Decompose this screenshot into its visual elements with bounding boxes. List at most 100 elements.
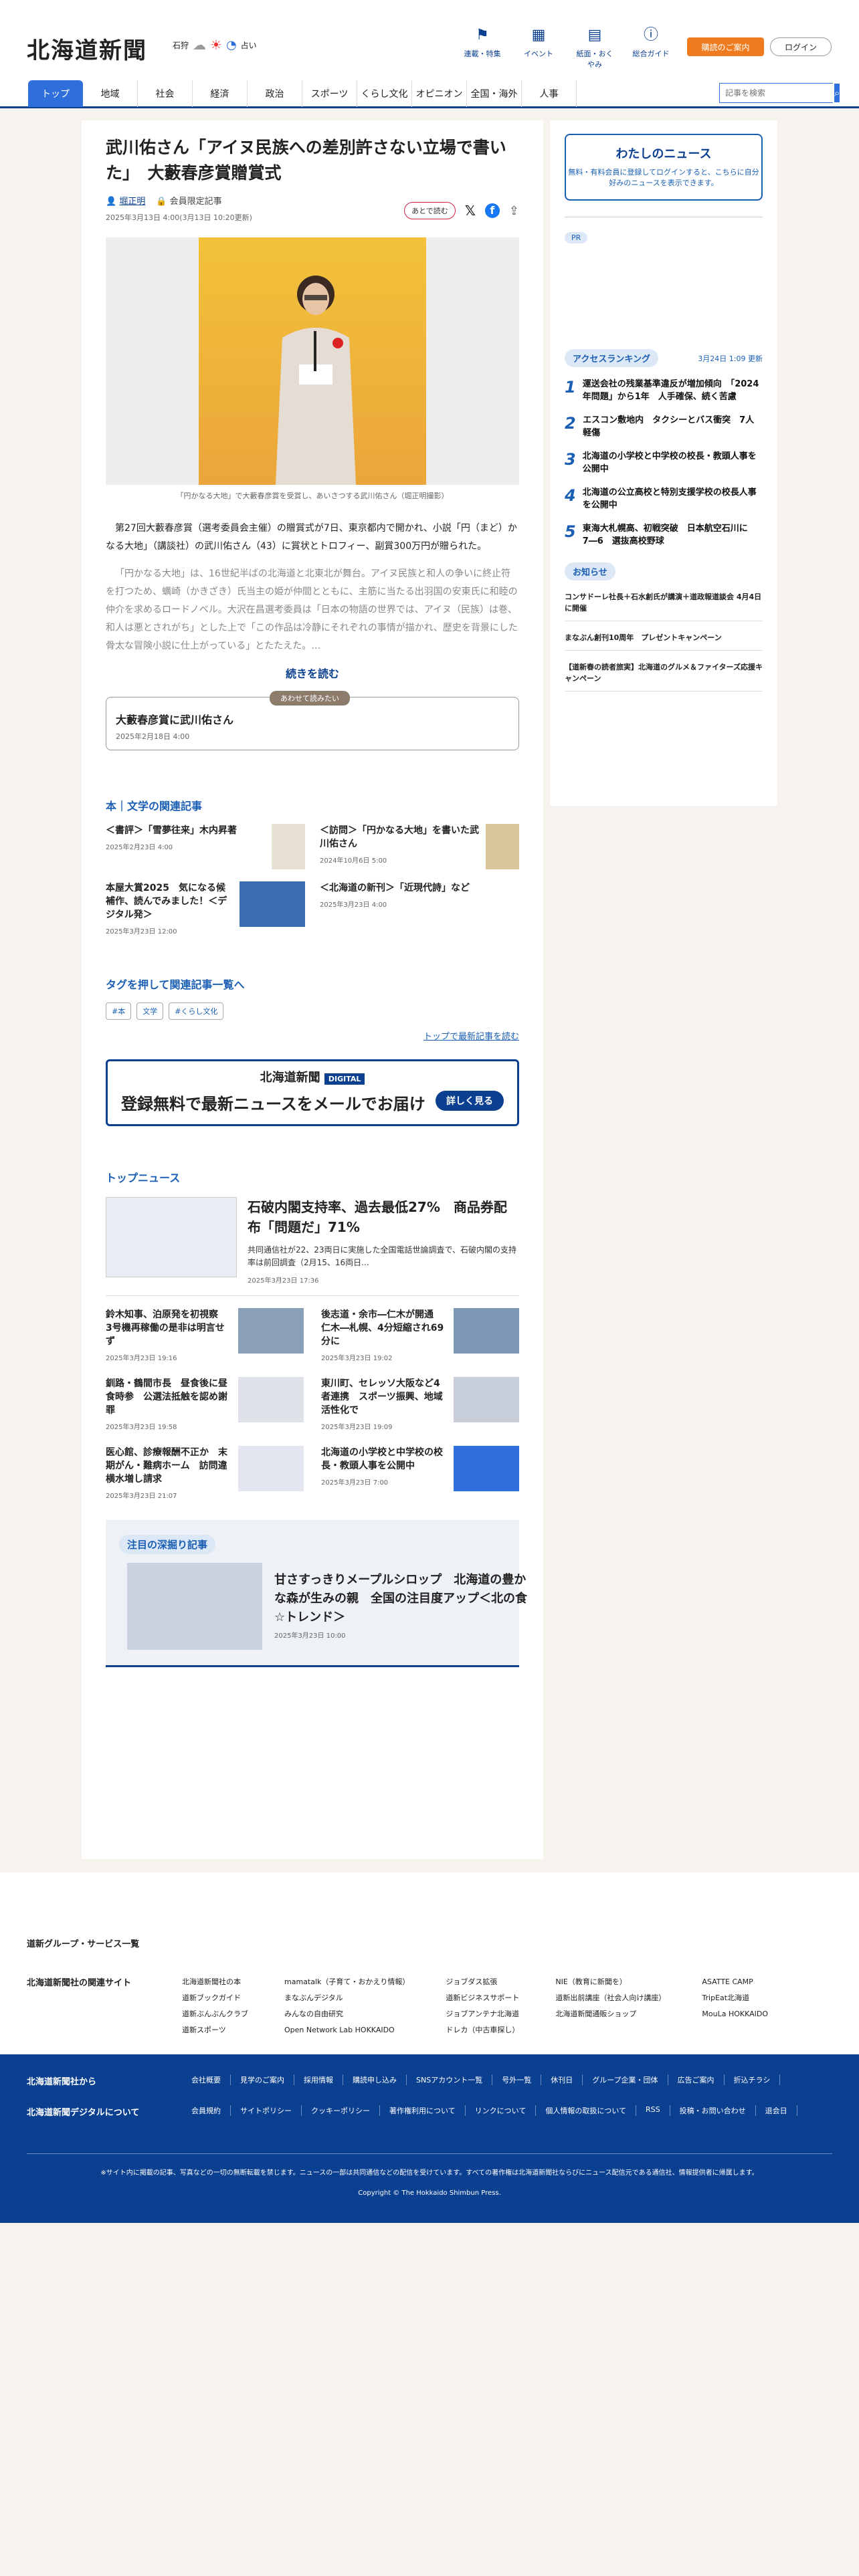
footer-company-heading: 北海道新聞社から [27, 2077, 97, 2087]
ranking-item[interactable]: 5 東海大札幌高、初戦突破 日本航空石川に7―6 選抜高校野球 [565, 522, 763, 548]
share-icon[interactable]: ⇪ [509, 204, 519, 218]
related-item[interactable]: 本屋大賞2025 気になる候補作、読んでみました！＜デジタル発＞ 2025年3月2… [106, 881, 305, 936]
lead-news[interactable]: 石破内閣支持率、過去最低27% 商品券配布「問題だ」71% 共同通信社が22、2… [106, 1197, 519, 1285]
flag-icon: ⚑ [476, 27, 489, 43]
my-news-title: わたしのニュース [615, 147, 712, 161]
book-thumbnail [272, 824, 305, 869]
notice-item[interactable]: まなぶん創刊10周年 プレゼントキャンペーン [565, 632, 763, 651]
shortcut-paper[interactable]: ▤ 紙面・おくやみ [574, 25, 615, 70]
newsletter-banner[interactable]: 北海道新聞 DIGITAL 登録無料で最新ニュースをメールでお届け 詳しく見る [106, 1059, 519, 1126]
footer-divider [27, 2153, 832, 2154]
facebook-share-icon[interactable]: f [484, 203, 500, 218]
tag-literature[interactable]: 文学 [136, 1002, 164, 1020]
sidebar: わたしのニュース 無料・有料会員に登録してログインすると、こちらに自分好みのニュ… [550, 120, 777, 806]
group-heading[interactable]: 道新グループ・サービス一覧 [27, 1937, 139, 1949]
photo-background [199, 237, 426, 485]
site-header: 北海道新聞 石狩 ☁ ☀ ◔ 占い ⚑ 連載・特集 ▦ イベント ▤ 紙面・おくやみ … [0, 0, 859, 74]
ranking-item[interactable]: 4 北海道の公立高校と特別支援学校の校長人事を公開中 [565, 486, 763, 512]
search-input[interactable] [720, 84, 834, 102]
news-thumbnail [238, 1446, 304, 1491]
related-sites-heading: 北海道新聞社の関連サイト [27, 1978, 132, 1988]
article-photo [106, 237, 519, 485]
news-thumbnail [454, 1308, 519, 1354]
site-col: 北海道新聞社の本 道新ブックガイド 道新ぶんぶんクラブ 道新スポーツ [182, 1977, 248, 2034]
weather-place: 石狩 [173, 40, 189, 50]
ranking-item[interactable]: 2 エスコン敷地内 タクシーとバス衝突 7人軽傷 [565, 414, 763, 439]
ranking-header: アクセスランキング 3月24日 1:09 更新 [565, 349, 763, 367]
site-col: ASATTE CAMP TripEat北海道 MouLa HOKKAIDO [702, 1977, 769, 2018]
feature-thumbnail [127, 1563, 262, 1650]
feature-box[interactable]: 注目の深掘り記事 甘さすっきりメープルシロップ 北海道の豊かな森が生みの親 全国… [106, 1520, 527, 1667]
article-title: 武川佑さん「アイヌ民族への差別許さない立場で書いた」 大藪春彦賞贈賞式 [106, 138, 506, 183]
feature-heading: 注目の深掘り記事 [119, 1535, 216, 1554]
login-button[interactable]: ログイン [770, 37, 832, 56]
also-read-tag: あわせて読みたい [270, 691, 350, 706]
fortune-icon: ◔ [225, 37, 237, 52]
news-item[interactable]: 後志道・余市―仁木が開通 仁木―札幌、4分短縮され69分に 2025年3月23日 … [321, 1308, 519, 1362]
shortcut-series[interactable]: ⚑ 連載・特集 [462, 25, 503, 70]
my-news-desc: 無料・有料会員に登録してログインすると、こちらに自分好みのニュースを表示できます… [568, 168, 759, 187]
search-icon[interactable]: ⌕ [834, 84, 840, 102]
sun-icon: ☀ [210, 37, 222, 53]
nav-region[interactable]: 地域 [83, 80, 138, 107]
ranking-item[interactable]: 1 運送会社の残業基準違反が増加傾向 「2024年問題」から1年 人手確保、続く苦… [565, 378, 763, 403]
page: 北海道新聞 石狩 ☁ ☀ ◔ 占い ⚑ 連載・特集 ▦ イベント ▤ 紙面・おくやみ … [0, 0, 859, 2576]
news-item[interactable]: 東川町、セレッソ大阪など4者連携 スポーツ振興、地域活性化で 2025年3月23日… [321, 1377, 519, 1431]
site-col: ジョブダス拡張 道新ビジネスサポート ジョブアンテナ北海道 ドレカ（中古車探し） [446, 1977, 520, 2034]
copyright: Copyright © The Hokkaido Shimbun Press. [358, 2189, 501, 2197]
shortcut-events[interactable]: ▦ イベント [518, 25, 559, 70]
news-item[interactable]: 北海道の小学校と中学校の校長・教頭人事を公開中 2025年3月23日 7:00 [321, 1446, 519, 1500]
feature-date: 2025年3月23日 10:00 [274, 1632, 346, 1640]
search-box: ⌕ [719, 83, 840, 103]
site-logo[interactable]: 北海道新聞 [27, 32, 147, 65]
nav-culture[interactable]: くらし文化 [357, 80, 412, 107]
nav-sports[interactable]: スポーツ [302, 80, 357, 107]
tag-culture[interactable]: #くらし文化 [169, 1002, 224, 1020]
notice-item[interactable]: コンサドーレ社長＋石水創氏が講演＋道政報道談会 4月4日に開催 [565, 591, 763, 621]
subscribe-button[interactable]: 購読のご案内 [687, 37, 764, 56]
article-paragraph: 第27回大藪春彦賞（選考委員会主催）の贈賞式が7日、東京都内で開かれ、小説「円（… [106, 523, 517, 552]
related-item[interactable]: ＜北海道の新刊＞「近現代詩」など 2025年3月23日 4:00 [320, 881, 519, 936]
nav-personnel[interactable]: 人事 [522, 80, 577, 107]
lead-title: 石破内閣支持率、過去最低27% 商品券配布「問題だ」71% [248, 1199, 507, 1235]
nav-economy[interactable]: 経済 [193, 80, 248, 107]
also-read-date: 2025年2月18日 4:00 [116, 732, 190, 741]
related-item[interactable]: ＜訪問＞「円かなる大地」を書いた武川佑さん 2024年10月6日 5:00 [320, 824, 519, 869]
news-item[interactable]: 釧路・鶴間市長 昼食後に昼食時参 公選法抵触を認め謝罪 2025年3月23日 19… [106, 1377, 304, 1431]
my-news-box[interactable]: わたしのニュース 無料・有料会員に登録してログインすると、こちらに自分好みのニュ… [565, 134, 763, 201]
also-read-box[interactable]: あわせて読みたい 大藪春彦賞に武川佑さん 2025年2月18日 4:00 [106, 691, 519, 750]
lead-summary: 共同通信社が22、23両日に実施した全国電話世論調査で、石破内閣の支持率は前回調… [248, 1245, 517, 1267]
notice-heading[interactable]: お知らせ [565, 562, 615, 580]
weather-widget[interactable]: 石狩 ☁ ☀ ◔ 占い [173, 37, 257, 53]
x-share-icon[interactable]: 𝕏 [465, 203, 476, 219]
banner-logo: 北海道新聞 DIGITAL [108, 1068, 517, 1085]
nav-world[interactable]: 全国・海外 [467, 80, 522, 107]
site-col: NIE（教育に新聞を） 道新出前講座（社会人向け講座） 北海道新聞通販ショップ [555, 1977, 666, 2018]
ranking-heading[interactable]: アクセスランキング [565, 349, 658, 367]
top-news-link[interactable]: トップで最新記事を読む [106, 1029, 519, 1042]
related-item[interactable]: ＜書評＞「雪夢往来」木内昇著 2025年2月23日 4:00 [106, 824, 305, 869]
book-icon: ▤ [587, 27, 602, 43]
banner-button[interactable]: 詳しく見る [436, 1091, 504, 1111]
footer-note: ※サイト内に掲載の記事、写真などの一切の無断転載を禁じます。ニュースの一部は共同… [100, 2169, 759, 2177]
notice-item[interactable]: 【道新春の読者旅実】北海道のグルメ＆ファイターズ応援キャンペーン [565, 661, 763, 691]
nav-top[interactable]: トップ [28, 80, 83, 107]
fortune-label: 占い [240, 40, 257, 50]
news-item[interactable]: 医心館、診療報酬不正か 末期がん・難病ホーム 訪問違横水増し請求 2025年3月2… [106, 1446, 304, 1500]
pr-label: PR [565, 232, 588, 243]
tag-book[interactable]: #本 [106, 1002, 132, 1020]
nav-society[interactable]: 社会 [138, 80, 193, 107]
read-more-link[interactable]: 続きを読む [106, 665, 519, 681]
author-link[interactable]: 👤 堀正明 [106, 194, 145, 207]
topnews-list: 鈴木知事、泊原発を初視察 3号機再稼働の是非は明言せず 2025年3月23日 19… [106, 1308, 519, 1500]
tag-list: #本 文学 #くらし文化 [106, 1002, 519, 1020]
news-item[interactable]: 鈴木知事、泊原発を初視察 3号機再稼働の是非は明言せず 2025年3月23日 19… [106, 1308, 304, 1362]
site-footer: 北海道新聞社から 北海道新聞デジタルについて 会社概要 見学のご案内 採用情報 購読申… [0, 2054, 859, 2223]
shortcut-guide[interactable]: ⓘ 総合ガイド [630, 25, 672, 70]
news-thumbnail [238, 1377, 304, 1422]
footer-digital-heading: 北海道新聞デジタルについて [27, 2108, 140, 2118]
read-later-button[interactable]: あとで読む [404, 202, 456, 219]
ranking-item[interactable]: 3 北海道の小学校と中学校の校長・教頭人事を公開中 [565, 450, 763, 475]
nav-opinion[interactable]: オピニオン [412, 80, 467, 107]
nav-politics[interactable]: 政治 [248, 80, 302, 107]
